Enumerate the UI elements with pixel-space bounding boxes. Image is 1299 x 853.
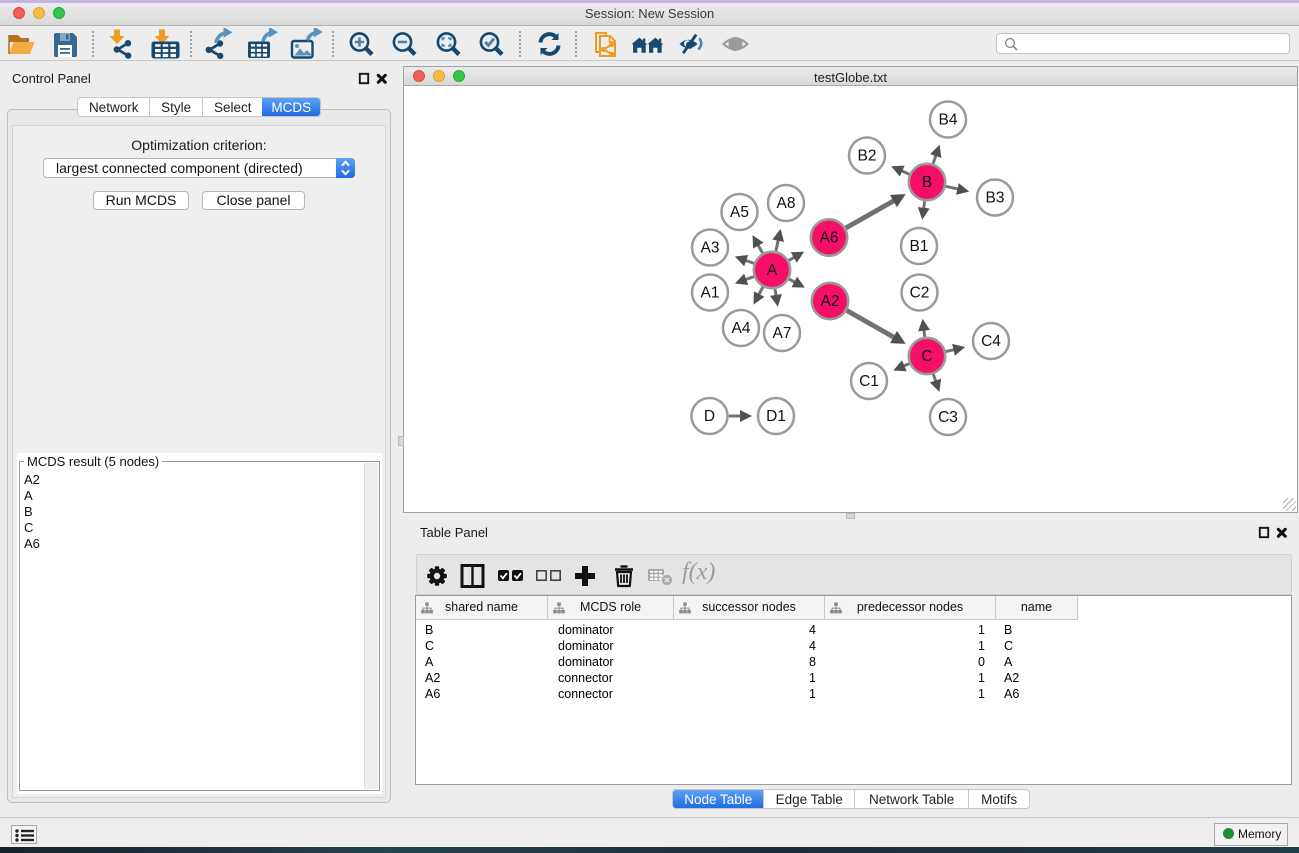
svg-text:B2: B2 (858, 148, 877, 165)
svg-text:B4: B4 (939, 112, 958, 129)
svg-text:C3: C3 (938, 409, 958, 426)
svg-text:A: A (767, 262, 778, 279)
svg-text:A7: A7 (773, 325, 792, 342)
svg-text:A4: A4 (732, 320, 751, 337)
svg-text:A3: A3 (701, 240, 720, 257)
svg-text:A5: A5 (730, 204, 749, 221)
svg-text:B1: B1 (910, 238, 929, 255)
svg-text:A8: A8 (777, 195, 796, 212)
svg-text:A1: A1 (701, 285, 720, 302)
svg-text:C4: C4 (981, 333, 1001, 350)
svg-text:A2: A2 (821, 293, 840, 310)
svg-text:B: B (922, 174, 932, 191)
svg-text:A6: A6 (820, 230, 839, 247)
svg-text:D: D (704, 408, 715, 425)
svg-text:B3: B3 (986, 190, 1005, 207)
svg-text:C1: C1 (859, 373, 879, 390)
svg-text:C: C (921, 348, 932, 365)
svg-text:C2: C2 (910, 285, 930, 302)
svg-text:D1: D1 (766, 408, 786, 425)
